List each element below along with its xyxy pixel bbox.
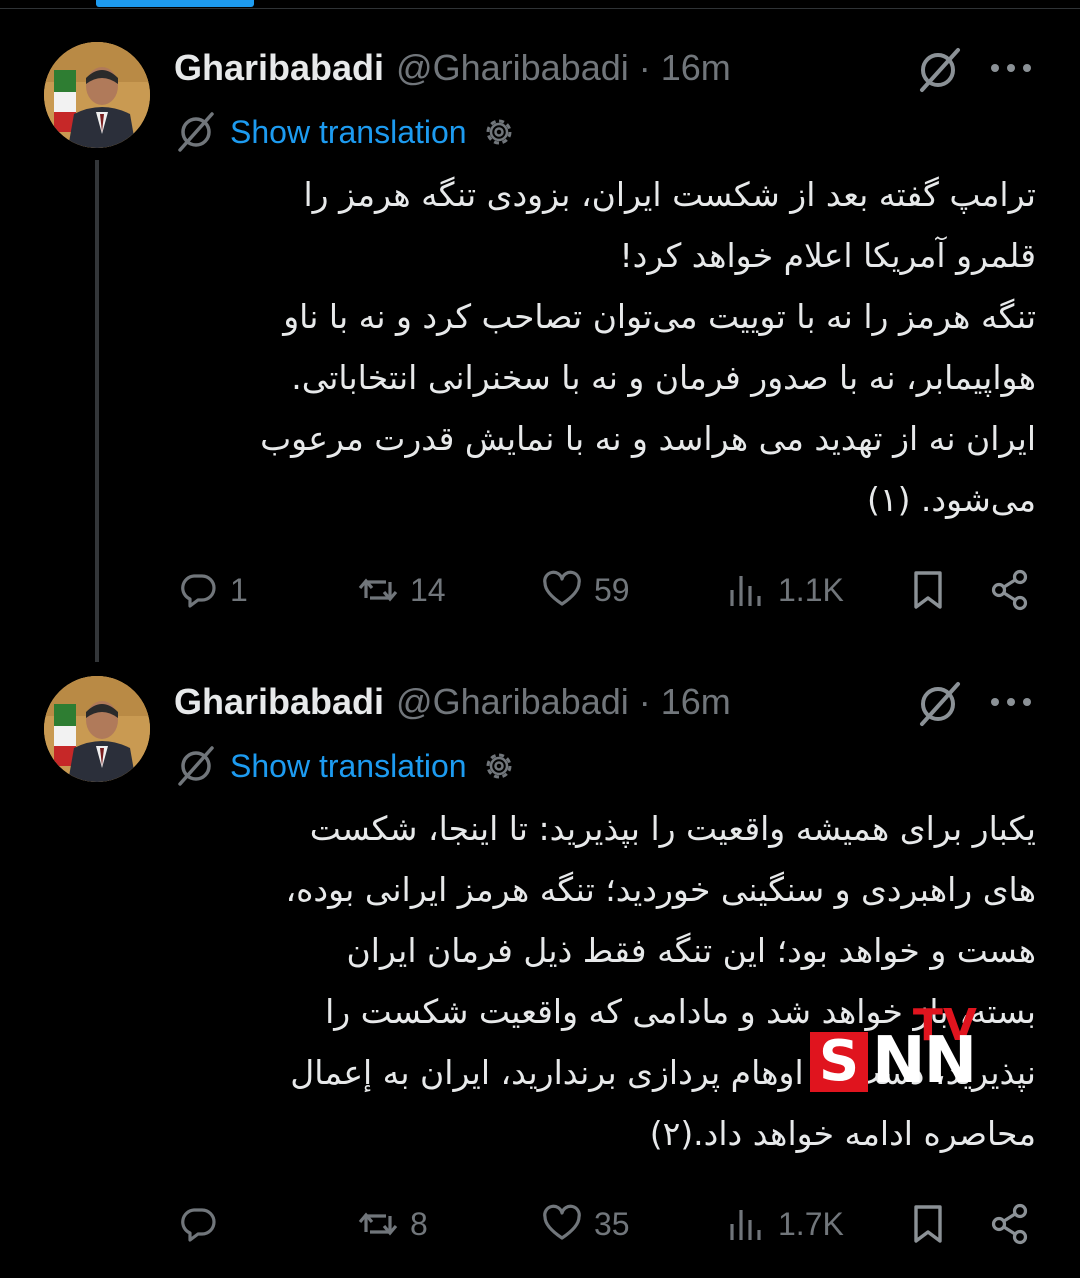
like-count: 59: [594, 571, 630, 608]
views-icon: [730, 576, 761, 606]
like-count: 35: [594, 1205, 630, 1242]
repost-icon: [358, 578, 398, 602]
tweet-header: Gharibabadi @Gharibabadi · 16m: [174, 680, 794, 724]
bookmark-button[interactable]: [906, 1202, 950, 1246]
grok-icon[interactable]: [914, 46, 962, 94]
separator: ·: [638, 47, 651, 88]
repost-button[interactable]: 8: [356, 1202, 428, 1246]
share-icon: [991, 1203, 1028, 1245]
author-handle[interactable]: @Gharibabadi: [396, 47, 629, 89]
share-button[interactable]: [988, 1202, 1032, 1246]
watermark-s: S: [810, 1032, 868, 1092]
top-divider: [0, 8, 1080, 9]
settings-gear-icon[interactable]: [481, 114, 517, 150]
views-icon: [730, 1210, 761, 1240]
translation-row: Show translation: [174, 746, 594, 786]
show-translation-link[interactable]: Show translation: [230, 748, 467, 785]
views-button[interactable]: 1.7K: [724, 1202, 844, 1246]
views-count: 1.1K: [778, 571, 844, 608]
views-count: 1.7K: [778, 1205, 844, 1242]
snn-tv-watermark-logo: TV S NN: [810, 1000, 985, 1095]
bookmark-icon: [914, 1205, 942, 1243]
bookmark-button[interactable]: [906, 568, 950, 612]
watermark-nn: NN: [872, 1024, 977, 1098]
repost-icon: [358, 1212, 398, 1236]
author-name[interactable]: Gharibabadi: [174, 681, 384, 723]
grok-icon: [178, 112, 214, 152]
avatar[interactable]: [44, 676, 150, 782]
translation-row: Show translation: [174, 112, 594, 152]
reply-button[interactable]: [176, 1202, 230, 1246]
action-bar: 1 14 59 1.1K: [176, 564, 1036, 616]
grok-icon: [178, 746, 214, 786]
timestamp[interactable]: 16m: [661, 47, 731, 89]
share-button[interactable]: [988, 568, 1032, 612]
more-icon[interactable]: [988, 690, 1034, 714]
separator: ·: [638, 681, 651, 722]
repost-count: 14: [410, 571, 446, 608]
tweet-text: ترامپ گفته بعد از شکست ایران، بزودی تنگه…: [260, 175, 1036, 519]
like-button[interactable]: 35: [540, 1202, 630, 1246]
repost-count: 8: [410, 1205, 428, 1242]
timestamp[interactable]: 16m: [661, 681, 731, 723]
reply-button[interactable]: 1: [176, 568, 248, 612]
bookmark-icon: [914, 571, 942, 609]
repost-button[interactable]: 14: [356, 568, 446, 612]
tweet[interactable]: Gharibabadi @Gharibabadi · 16m Show tran…: [0, 662, 1080, 1278]
views-button[interactable]: 1.1K: [724, 568, 844, 612]
more-icon[interactable]: [988, 56, 1034, 80]
reply-icon: [181, 1208, 216, 1242]
like-icon: [543, 1204, 581, 1240]
tweet[interactable]: Gharibabadi @Gharibabadi · 16m Show tran…: [0, 28, 1080, 662]
like-icon: [543, 570, 581, 606]
author-name[interactable]: Gharibabadi: [174, 47, 384, 89]
author-handle[interactable]: @Gharibabadi: [396, 681, 629, 723]
avatar[interactable]: [44, 42, 150, 148]
tweet-text: یکبار برای همیشه واقعیت را بپذیرید: تا ا…: [285, 809, 1036, 1153]
reply-icon: [181, 574, 216, 608]
share-icon: [991, 569, 1028, 611]
like-button[interactable]: 59: [540, 568, 630, 612]
action-bar: 8 35 1.7K: [176, 1198, 1036, 1250]
settings-gear-icon[interactable]: [481, 748, 517, 784]
show-translation-link[interactable]: Show translation: [230, 114, 467, 151]
grok-icon[interactable]: [914, 680, 962, 728]
thread-connector: [95, 160, 99, 662]
tweet-header: Gharibabadi @Gharibabadi · 16m: [174, 46, 794, 90]
tab-indicator: [96, 0, 254, 7]
reply-count: 1: [230, 571, 248, 608]
